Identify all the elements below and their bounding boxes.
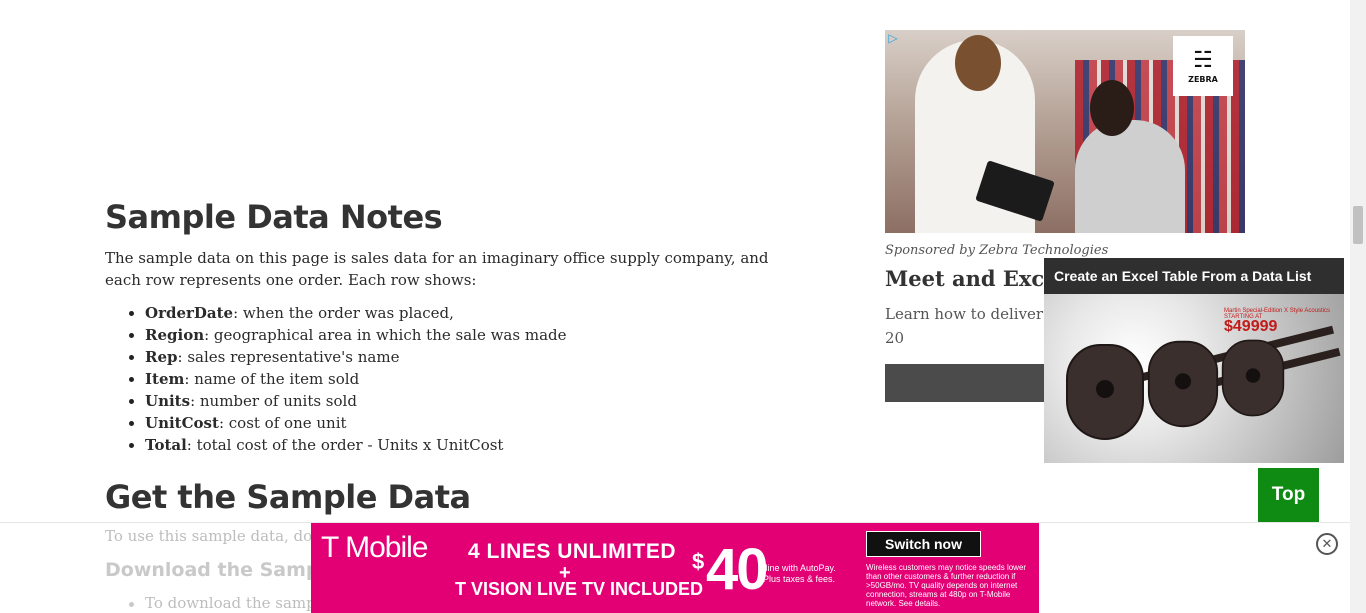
video-title: Create an Excel Table From a Data List [1054, 268, 1312, 284]
field-desc: : when the order was placed, [233, 304, 454, 322]
field-name: Units [145, 392, 191, 410]
intro-paragraph: The sample data on this page is sales da… [105, 249, 769, 289]
ad-price: 40 [706, 537, 768, 602]
switch-now-button[interactable]: Switch now [866, 531, 981, 557]
ad-subheadline: T VISION LIVE TV INCLUDED [455, 579, 704, 599]
field-desc: : geographical area in which the sale wa… [204, 326, 567, 344]
list-item: Units: number of units sold [125, 390, 567, 412]
list-item: Item: name of the item sold [125, 368, 567, 390]
field-desc: : sales representative's name [177, 348, 400, 366]
zebra-logo-text: ZEBRA [1188, 74, 1218, 84]
guitar-graphic [1066, 344, 1144, 440]
ad-price-terms: /line with AutoPay. Plus taxes & fees. [763, 563, 836, 584]
ad-image[interactable]: ▷ ☵ ZEBRA [885, 30, 1245, 233]
zebra-mark-icon: ☵ [1193, 47, 1213, 73]
field-name: Rep [145, 348, 178, 366]
list-item: Total: total cost of the order - Units x… [125, 434, 567, 456]
person-head-graphic [1090, 80, 1134, 136]
person-graphic [1075, 120, 1185, 233]
field-name: Total [145, 436, 187, 454]
video-price: $49999 [1224, 318, 1278, 335]
floating-video-player[interactable]: Create an Excel Table From a Data List M… [1044, 258, 1344, 463]
field-desc: : number of units sold [190, 392, 357, 410]
person-head-graphic [955, 35, 1001, 91]
list-item: OrderDate: when the order was placed, [125, 302, 567, 324]
field-desc: : name of the item sold [184, 370, 360, 388]
close-ad-icon[interactable]: ✕ [1316, 533, 1338, 555]
ad-dollar-sign: $ [692, 549, 705, 574]
list-item: UnitCost: cost of one unit [125, 412, 567, 434]
tmobile-banner-ad[interactable]: T Mobile 4 LINES UNLIMITED + T VISION LI… [311, 523, 1039, 613]
list-item: Rep: sales representative's name [125, 346, 567, 368]
adchoices-icon[interactable]: ▷ [885, 30, 901, 46]
guitar-graphic [1147, 340, 1219, 428]
zebra-logo: ☵ ZEBRA [1173, 36, 1233, 96]
list-item: Region: geographical area in which the s… [125, 324, 567, 346]
guitar-graphic [1221, 339, 1285, 417]
ad-headline: 4 LINES UNLIMITED [468, 540, 677, 563]
field-name: UnitCost [145, 414, 219, 432]
field-name: Region [145, 326, 205, 344]
video-frame[interactable]: Martin Special-Edition X Style Acoustics… [1044, 294, 1344, 463]
field-desc: : total cost of the order - Units x Unit… [186, 436, 504, 454]
scrollbar-thumb[interactable] [1353, 206, 1363, 244]
field-name: Item [145, 370, 185, 388]
field-list: OrderDate: when the order was placed, Re… [125, 302, 567, 456]
page-scrollbar[interactable] [1350, 0, 1366, 613]
ad-fine-print: Wireless customers may notice speeds low… [866, 563, 1027, 608]
back-to-top-button[interactable]: Top [1258, 468, 1319, 522]
tmobile-logo: T Mobile [321, 531, 428, 564]
field-desc: : cost of one unit [218, 414, 347, 432]
sample-data-notes-heading: Sample Data Notes [105, 198, 443, 236]
field-name: OrderDate [145, 304, 234, 322]
sponsored-label: Sponsored by Zebra Technologies [885, 243, 1109, 258]
get-sample-data-heading: Get the Sample Data [105, 478, 471, 516]
